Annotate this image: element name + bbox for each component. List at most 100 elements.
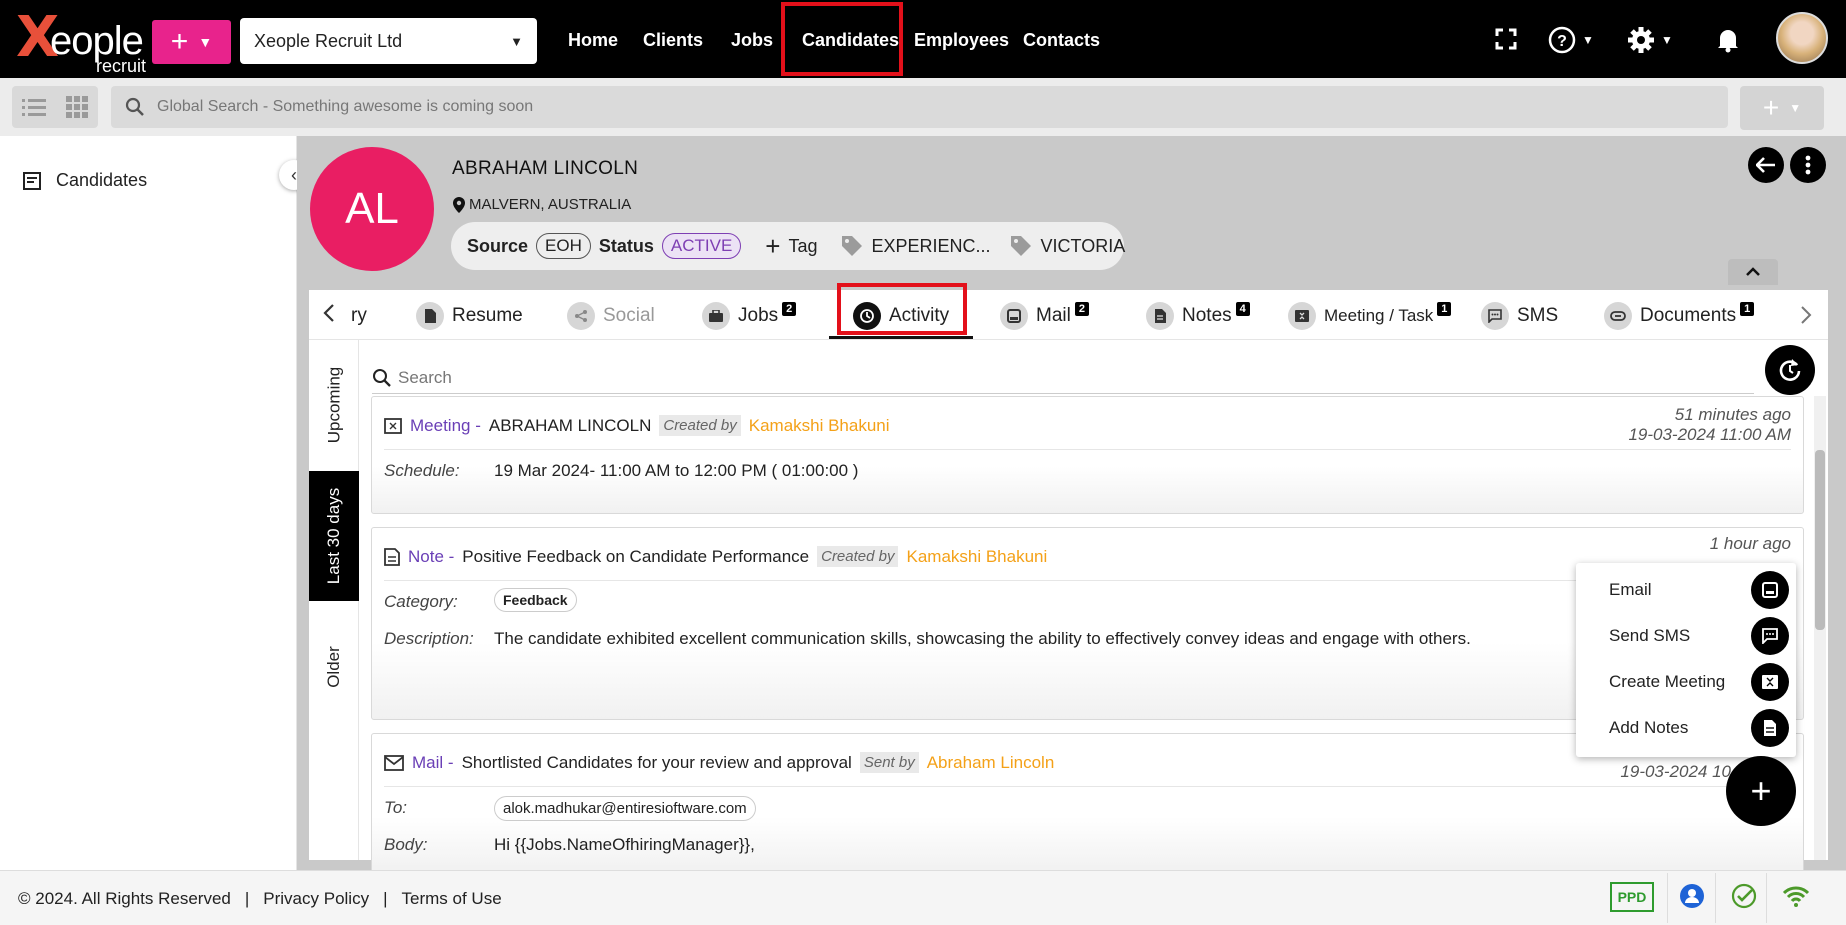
check-circle-icon[interactable] [1731, 883, 1757, 909]
quick-notes-label: Add Notes [1609, 718, 1689, 737]
footer-separator: | [383, 889, 388, 908]
tab-label: Older [323, 646, 343, 688]
tabs-scroll-left[interactable] [323, 303, 335, 323]
plus-icon: + [170, 25, 189, 58]
more-options-button[interactable] [1790, 147, 1826, 183]
xeople-logo[interactable]: X eople recruit [12, 6, 152, 77]
caret-down-icon: ▼ [1789, 101, 1802, 115]
arrow-left-icon [1756, 157, 1775, 173]
activity-type: Meeting - [410, 415, 481, 435]
nav-employees[interactable]: Employees [914, 22, 1009, 58]
quick-sms[interactable]: Send SMS [1609, 617, 1789, 655]
sms-icon[interactable] [1751, 617, 1789, 655]
source-label: Source [467, 235, 529, 256]
tab-label: SMS [1517, 305, 1559, 326]
activity-search-input[interactable]: Search [372, 362, 1754, 394]
tab-last-30-days[interactable]: Last 30 days [309, 471, 359, 601]
note-icon[interactable] [1751, 709, 1789, 747]
quick-create-meeting[interactable]: Create Meeting [1609, 663, 1789, 701]
quick-add-notes[interactable]: Add Notes [1609, 709, 1789, 747]
schedule-value: 19 Mar 2024- 11:00 AM to 12:00 PM ( 01:0… [494, 461, 859, 480]
briefcase-icon [702, 302, 730, 330]
tab-summary[interactable]: ry [351, 300, 367, 332]
tab-label: Meeting / Task [1324, 306, 1434, 325]
kebab-icon [1805, 155, 1811, 175]
activity-time: 19-03-2024 10 [1620, 762, 1731, 782]
search-icon [125, 97, 144, 116]
company-select[interactable]: Xeople Recruit Ltd ▼ [240, 18, 537, 64]
status-label: Status [598, 235, 654, 256]
wifi-icon[interactable] [1782, 885, 1810, 907]
tabs-scroll-right[interactable] [1800, 305, 1812, 325]
help-menu[interactable]: ? ▼ [1548, 26, 1594, 54]
scrollbar-thumb[interactable] [1815, 450, 1825, 630]
email-icon[interactable] [1751, 571, 1789, 609]
activity-item-meeting[interactable]: Meeting - ABRAHAM LINCOLN Created by Kam… [371, 396, 1804, 514]
tab-sms[interactable]: SMS [1481, 300, 1558, 332]
tab-count-badge: 2 [1074, 302, 1089, 316]
plus-icon: + [1762, 92, 1780, 123]
list-view-icon[interactable] [22, 97, 46, 117]
add-tag-button[interactable]: Tag [788, 236, 817, 257]
meeting-icon[interactable] [1751, 663, 1789, 701]
back-button[interactable] [1748, 147, 1784, 183]
floating-add-button[interactable]: + [1726, 756, 1796, 826]
user-account-icon[interactable] [1679, 883, 1705, 909]
global-search-input[interactable]: Global Search - Something awesome is com… [111, 86, 1728, 128]
caret-down-icon: ▼ [198, 34, 213, 50]
tab-label: Mail [1036, 305, 1071, 326]
activity-title: ABRAHAM LINCOLN [488, 415, 652, 435]
created-by-label: Created by [817, 546, 899, 567]
divider [1667, 873, 1668, 923]
tag-chip[interactable]: EXPERIENC... [872, 236, 991, 257]
terms-of-use-link[interactable]: Terms of Use [402, 889, 502, 909]
settings-menu[interactable]: ▼ [1627, 26, 1673, 54]
user-avatar[interactable] [1776, 12, 1828, 64]
ppd-badge[interactable]: PPD [1610, 882, 1654, 912]
category-label: Category: [384, 592, 458, 611]
nav-jobs[interactable]: Jobs [731, 22, 773, 58]
privacy-policy-link[interactable]: Privacy Policy [263, 889, 369, 909]
activity-datetime: 19-03-2024 11:00 AM [1628, 425, 1791, 444]
bell-icon[interactable] [1716, 27, 1740, 53]
divider [384, 449, 1791, 450]
activity-author[interactable]: Kamakshi Bhakuni [749, 416, 890, 436]
nav-clients[interactable]: Clients [643, 22, 703, 58]
tab-older[interactable]: Older [309, 612, 359, 722]
view-toggle[interactable] [12, 86, 98, 128]
tag-chip[interactable]: VICTORIA [1041, 236, 1126, 257]
tab-resume[interactable]: Resume [416, 300, 523, 332]
fullscreen-icon[interactable] [1495, 28, 1517, 50]
caret-down-icon: ▼ [1582, 33, 1594, 47]
refresh-button[interactable] [1765, 345, 1815, 395]
activity-author[interactable]: Kamakshi Bhakuni [906, 547, 1047, 567]
attachment-icon [1604, 302, 1632, 330]
sidebar-item-candidates[interactable]: Candidates [22, 170, 147, 191]
plus-icon[interactable]: + [765, 231, 780, 262]
tab-mail[interactable]: Mail 2 [1000, 300, 1089, 332]
tab-social[interactable]: Social [567, 300, 655, 332]
caret-down-icon: ▼ [1661, 33, 1673, 47]
tab-notes[interactable]: Notes 4 [1146, 300, 1250, 332]
inbox-icon [1000, 302, 1028, 330]
tab-jobs[interactable]: Jobs 2 [702, 300, 797, 332]
tab-meeting-task[interactable]: Meeting / Task 1 [1288, 300, 1452, 332]
tab-documents[interactable]: Documents 1 [1604, 300, 1755, 332]
quick-sms-label: Send SMS [1609, 626, 1691, 645]
nav-home[interactable]: Home [568, 22, 618, 58]
quick-add-button[interactable]: + ▼ [152, 20, 231, 64]
tab-upcoming[interactable]: Upcoming [309, 345, 359, 465]
sidebar [0, 136, 297, 870]
mail-icon [384, 754, 404, 771]
chevron-right-icon [1801, 306, 1812, 324]
add-record-button[interactable]: + ▼ [1740, 86, 1824, 130]
nav-contacts[interactable]: Contacts [1023, 22, 1100, 58]
quick-email[interactable]: Email [1609, 571, 1789, 609]
note-icon [384, 547, 400, 566]
tab-count-badge: 1 [1437, 302, 1452, 316]
activity-time: 51 minutes ago 19-03-2024 11:00 AM [1628, 405, 1791, 445]
collapse-header-button[interactable] [1728, 259, 1778, 285]
activity-author[interactable]: Abraham Lincoln [927, 753, 1055, 773]
divider [1715, 873, 1716, 923]
grid-view-icon[interactable] [66, 96, 88, 118]
